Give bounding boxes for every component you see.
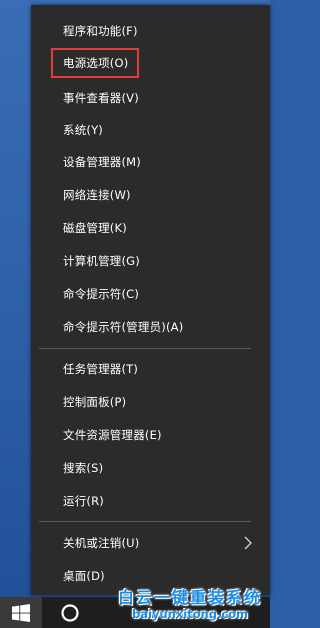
cortana-button[interactable]: [52, 597, 88, 628]
menu-item-label: 系统(Y): [63, 123, 103, 137]
menu-item-network-connections[interactable]: 网络连接(W): [31, 179, 270, 211]
menu-item-programs-features[interactable]: 程序和功能(F): [31, 15, 270, 47]
menu-item-label: 命令提示符(C): [63, 287, 140, 301]
windows-logo-icon: [12, 603, 30, 622]
menu-item-label: 程序和功能(F): [63, 24, 138, 38]
watermark-url: baiyunxitong.com: [131, 607, 249, 621]
cortana-circle-icon: [61, 603, 79, 622]
watermark-title: 白云一键重装系统: [117, 588, 262, 607]
menu-item-label: 磁盘管理(K): [63, 221, 127, 235]
menu-item-label: 文件资源管理器(E): [63, 428, 162, 442]
menu-separator: [39, 521, 251, 522]
menu-item-control-panel[interactable]: 控制面板(P): [31, 386, 270, 418]
menu-item-label: 控制面板(P): [63, 395, 127, 409]
menu-item-search[interactable]: 搜索(S): [31, 452, 270, 484]
menu-item-label: 关机或注销(U): [63, 536, 140, 550]
menu-item-label: 事件查看器(V): [63, 91, 139, 105]
menu-item-command-prompt[interactable]: 命令提示符(C): [31, 278, 270, 310]
menu-item-label: 网络连接(W): [63, 188, 131, 202]
winx-context-menu: 程序和功能(F) 电源选项(O) 事件查看器(V) 系统(Y) 设备管理器(M)…: [31, 5, 270, 595]
menu-item-computer-management[interactable]: 计算机管理(G): [31, 245, 270, 277]
menu-item-command-prompt-admin[interactable]: 命令提示符(管理员)(A): [31, 311, 270, 343]
menu-item-label: 命令提示符(管理员)(A): [63, 320, 184, 334]
menu-item-label: 设备管理器(M): [63, 155, 141, 169]
menu-item-disk-management[interactable]: 磁盘管理(K): [31, 212, 270, 244]
menu-item-task-manager[interactable]: 任务管理器(T): [31, 353, 270, 385]
menu-item-shutdown-signout[interactable]: 关机或注销(U): [31, 527, 270, 559]
chevron-right-icon: [244, 536, 252, 550]
menu-item-file-explorer[interactable]: 文件资源管理器(E): [31, 419, 270, 451]
menu-item-run[interactable]: 运行(R): [31, 485, 270, 517]
menu-item-label: 桌面(D): [63, 569, 105, 583]
menu-item-label: 计算机管理(G): [63, 254, 140, 268]
menu-item-label: 运行(R): [63, 494, 104, 508]
menu-item-label: 任务管理器(T): [63, 362, 139, 376]
menu-item-system[interactable]: 系统(Y): [31, 114, 270, 146]
watermark: 白云一键重装系统 baiyunxitong.com: [110, 584, 270, 628]
menu-item-event-viewer[interactable]: 事件查看器(V): [31, 82, 270, 114]
menu-separator: [39, 348, 251, 349]
menu-item-label: 搜索(S): [63, 461, 104, 475]
menu-item-device-manager[interactable]: 设备管理器(M): [31, 146, 270, 178]
start-button[interactable]: [0, 597, 42, 628]
menu-item-power-options[interactable]: 电源选项(O): [31, 47, 270, 79]
menu-item-label: 电源选项(O): [63, 56, 129, 70]
